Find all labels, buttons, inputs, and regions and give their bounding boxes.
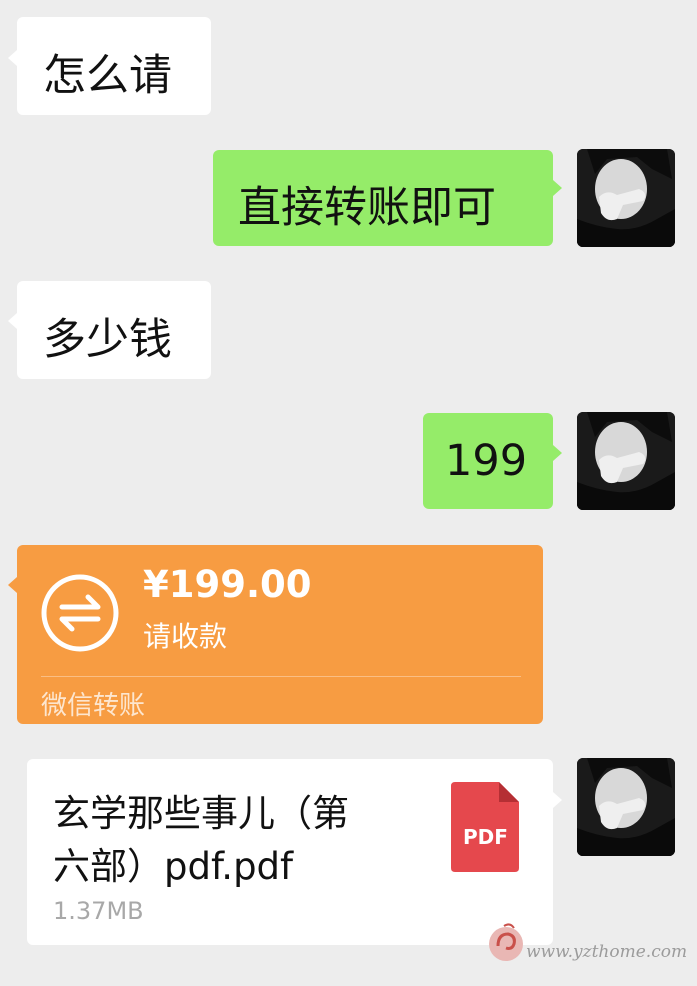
avatar-image (577, 412, 675, 510)
transfer-amount: ¥199.00 (143, 563, 312, 606)
user-avatar[interactable] (577, 412, 675, 510)
bubble-tail (553, 792, 562, 808)
file-name-line1: 玄学那些事儿（第 (53, 792, 349, 835)
divider (41, 676, 521, 677)
bubble-tail (553, 445, 562, 461)
message-text: 直接转账即可 (238, 183, 496, 233)
received-message-bubble[interactable]: 怎么请 (17, 17, 211, 115)
file-name-line2: 六部）pdf.pdf (53, 845, 294, 888)
sent-message-bubble[interactable]: 199 (423, 413, 553, 509)
avatar-image (577, 149, 675, 247)
user-avatar[interactable] (577, 149, 675, 247)
transfer-status: 请收款 (143, 620, 228, 653)
bubble-tail (8, 577, 17, 593)
bubble-tail (553, 180, 562, 196)
pdf-label: PDF (463, 825, 508, 849)
message-text: 199 (445, 436, 528, 486)
transfer-card[interactable]: ¥199.00 请收款 微信转账 (17, 545, 543, 724)
user-avatar[interactable] (577, 758, 675, 856)
message-text: 多少钱 (43, 315, 172, 365)
transfer-arrows-icon (41, 574, 119, 652)
watermark-logo-icon (489, 923, 523, 961)
bubble-tail (8, 313, 17, 329)
file-size: 1.37MB (53, 897, 144, 925)
received-message-bubble[interactable]: 多少钱 (17, 281, 211, 379)
transfer-footer: 微信转账 (41, 691, 146, 721)
pdf-file-icon: PDF (451, 782, 519, 872)
message-text: 怎么请 (43, 51, 172, 101)
avatar-image (577, 758, 675, 856)
watermark: www.yzthome.com (484, 920, 694, 968)
watermark-url: www.yzthome.com (526, 942, 688, 962)
sent-message-bubble[interactable]: 直接转账即可 (213, 150, 553, 246)
bubble-tail (8, 50, 17, 66)
